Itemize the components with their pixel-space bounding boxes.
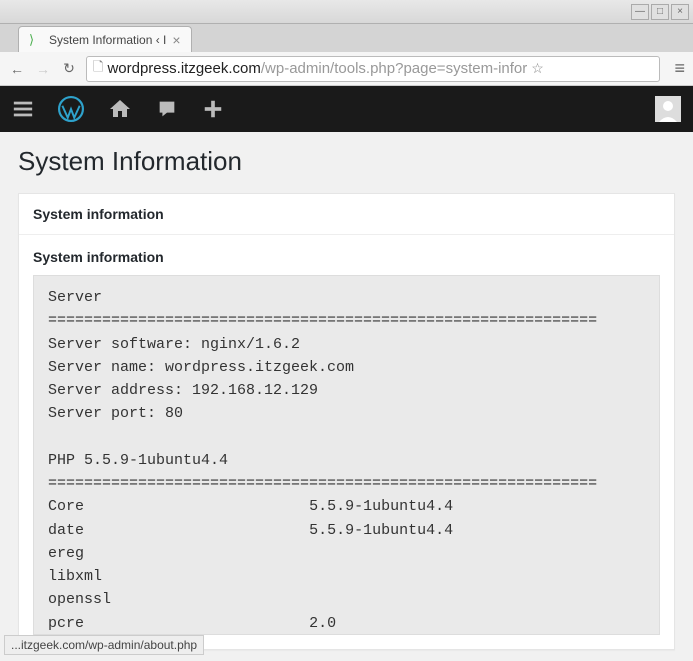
tab-strip: ⟩ System Information ‹ I × — [0, 24, 693, 52]
status-bar: ...itzgeek.com/wp-admin/about.php — [4, 635, 204, 655]
browser-tab[interactable]: ⟩ System Information ‹ I × — [18, 26, 192, 52]
back-button[interactable]: ← — [8, 61, 26, 77]
system-info-output[interactable]: Server =================================… — [33, 275, 660, 635]
navigation-bar: ← → ↻ 🗋 wordpress.itzgeek.com/wp-admin/t… — [0, 52, 693, 86]
server-address-value: 192.168.12.129 — [192, 382, 318, 399]
divider: ========================================… — [48, 475, 597, 492]
window-controls: — □ × — [631, 4, 689, 20]
favicon-icon: ⟩ — [29, 33, 43, 47]
system-info-metabox: System information System information Se… — [18, 193, 675, 650]
close-window-button[interactable]: × — [671, 4, 689, 20]
server-software-label: Server software: — [48, 336, 201, 353]
bookmark-star-icon[interactable]: ☆ — [531, 60, 544, 77]
server-name-value: wordpress.itzgeek.com — [165, 359, 354, 376]
tab-title: System Information ‹ I — [49, 33, 166, 47]
divider: ========================================… — [48, 312, 597, 329]
server-port-value: 80 — [165, 405, 183, 422]
browser-menu-icon[interactable]: ≡ — [674, 58, 685, 79]
metabox-header: System information — [19, 194, 674, 235]
address-bar[interactable]: 🗋 wordpress.itzgeek.com/wp-admin/tools.p… — [86, 56, 660, 82]
ext-date: date — [48, 522, 84, 539]
ext-openssl: openssl — [48, 591, 111, 608]
browser-window: — □ × ⟩ System Information ‹ I × ← → ↻ 🗋… — [0, 0, 693, 661]
server-name-label: Server name: — [48, 359, 165, 376]
url-path: /wp-admin/tools.php?page=system-infor — [261, 60, 527, 77]
window-title-bar: — □ × — [0, 0, 693, 24]
ext-pcre: pcre — [48, 615, 84, 632]
server-header: Server — [48, 289, 102, 306]
content-area: System Information System information Sy… — [0, 132, 693, 661]
menu-icon[interactable] — [12, 98, 34, 120]
url-host: wordpress.itzgeek.com — [107, 60, 260, 77]
ext-ereg: ereg — [48, 545, 84, 562]
wp-admin-bar — [0, 86, 693, 132]
ext-core-ver: 5.5.9-1ubuntu4.4 — [309, 498, 453, 515]
ext-core: Core — [48, 498, 84, 515]
ext-pcre-ver: 2.0 — [309, 615, 336, 632]
server-software-value: nginx/1.6.2 — [201, 336, 300, 353]
add-new-icon[interactable] — [202, 98, 224, 120]
page-icon: 🗋 — [93, 58, 103, 80]
ext-libxml: libxml — [48, 568, 102, 585]
forward-button[interactable]: → — [34, 61, 52, 77]
page-title: System Information — [18, 146, 675, 177]
comments-icon[interactable] — [156, 98, 178, 120]
ext-date-ver: 5.5.9-1ubuntu4.4 — [309, 522, 453, 539]
server-port-label: Server port: — [48, 405, 165, 422]
minimize-button[interactable]: — — [631, 4, 649, 20]
close-tab-icon[interactable]: × — [172, 32, 180, 48]
section-header: System information — [33, 249, 660, 265]
metabox-body: System information Server ==============… — [19, 235, 674, 649]
reload-button[interactable]: ↻ — [60, 60, 78, 77]
server-address-label: Server address: — [48, 382, 192, 399]
home-icon[interactable] — [108, 97, 132, 121]
maximize-button[interactable]: □ — [651, 4, 669, 20]
wordpress-logo-icon[interactable] — [58, 96, 84, 122]
user-avatar[interactable] — [655, 96, 681, 122]
php-header: PHP 5.5.9-1ubuntu4.4 — [48, 452, 228, 469]
